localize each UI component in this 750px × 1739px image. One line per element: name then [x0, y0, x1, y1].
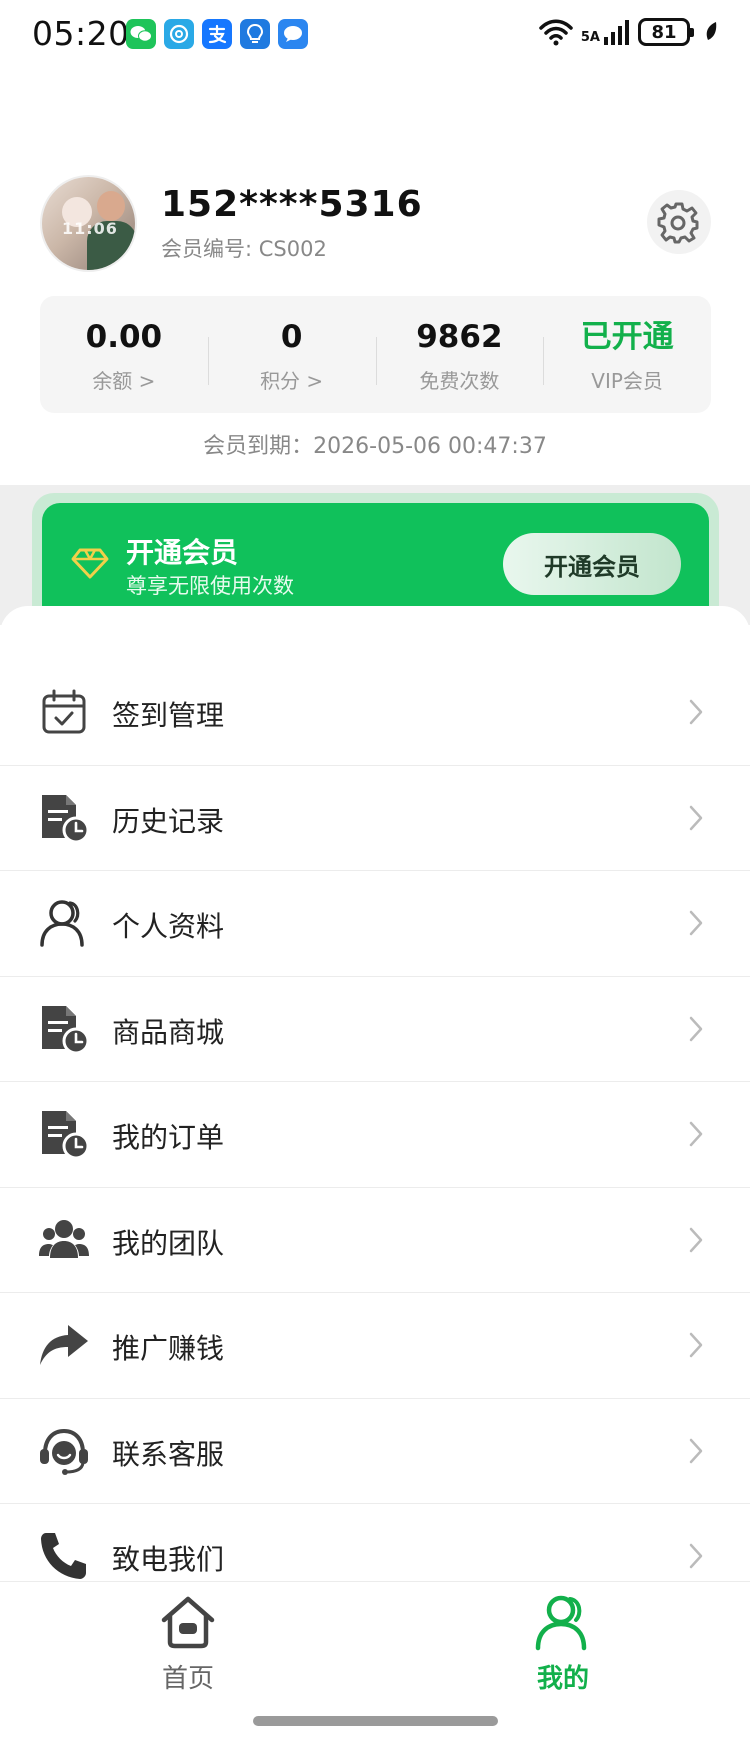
- menu-item-label: 商品商城: [112, 1015, 225, 1049]
- settings-button[interactable]: [647, 190, 711, 254]
- chevron-right-icon: [689, 1016, 703, 1041]
- chevron-right-icon: [689, 1227, 703, 1252]
- membership-expiry: 会员到期：2026-05-06 00:47:37: [203, 434, 547, 459]
- user-icon: [535, 1595, 587, 1651]
- share-arrow-icon: [40, 1325, 88, 1365]
- avatar-clock-text: 11:06: [62, 219, 118, 238]
- menu-item-team[interactable]: 我的团队: [0, 1188, 750, 1293]
- stat-vip: 已开通 VIP会员: [543, 315, 711, 394]
- menu-item-label: 我的订单: [112, 1121, 225, 1154]
- menu-list: 签到管理 历史记录 个人资料 商品商城 我的订单 我的团队 推广赚钱 联系客服 …: [0, 660, 750, 1586]
- status-bar: 05:20 5A 81: [0, 0, 750, 72]
- document-clock-icon: [42, 794, 90, 843]
- chevron-right-icon: [689, 1332, 703, 1358]
- menu-item-shop[interactable]: 商品商城: [0, 977, 750, 1082]
- menu-item-profile[interactable]: 个人资料: [0, 871, 750, 977]
- chevron-right-icon: [689, 699, 703, 725]
- vip-subtitle: 尊享无限使用次数: [126, 574, 294, 598]
- member-id: 会员编号: CS002: [161, 237, 327, 261]
- document-clock-icon: [42, 1005, 90, 1054]
- leaf-icon: [706, 22, 717, 40]
- menu-sheet: 签到管理 历史记录 个人资料 商品商城 我的订单 我的团队 推广赚钱 联系客服 …: [0, 606, 750, 1586]
- open-vip-button[interactable]: 开通会员: [503, 533, 681, 595]
- user-phone: 152****5316: [161, 184, 423, 225]
- menu-item-orders[interactable]: 我的订单: [0, 1082, 750, 1188]
- alipay-icon: [202, 19, 232, 49]
- phone-icon: [41, 1533, 86, 1579]
- gear-icon: [657, 202, 699, 244]
- stat-value: 0.00: [85, 319, 163, 355]
- stat-points[interactable]: 0 积分 >: [207, 315, 376, 394]
- menu-item-label: 联系客服: [112, 1437, 225, 1471]
- battery-indicator: 81: [638, 18, 694, 46]
- stat-label: VIP会员: [591, 369, 663, 393]
- calendar-check-icon: [42, 689, 86, 734]
- message-icon: [278, 19, 308, 49]
- tab-home[interactable]: 首页: [108, 1592, 268, 1695]
- chevron-right-icon: [689, 910, 703, 936]
- menu-item-label: 签到管理: [112, 699, 225, 732]
- menu-item-promote[interactable]: 推广赚钱: [0, 1293, 750, 1399]
- home-icon: [161, 1596, 215, 1649]
- team-icon: [39, 1219, 89, 1258]
- home-indicator[interactable]: [253, 1716, 498, 1726]
- wifi-icon: [539, 19, 573, 46]
- status-app-icons: [126, 19, 308, 49]
- bulb-icon: [240, 19, 270, 49]
- chevron-right-icon: [689, 1543, 703, 1569]
- tab-label: 首页: [161, 1664, 214, 1694]
- chevron-right-icon: [689, 1438, 703, 1463]
- headset-icon: [40, 1428, 88, 1475]
- menu-item-call[interactable]: 致电我们: [0, 1504, 750, 1586]
- cellular-signal: 5A: [581, 19, 630, 45]
- stat-label: 积分 >: [260, 369, 324, 393]
- browser-icon: [164, 19, 194, 49]
- menu-item-history[interactable]: 历史记录: [0, 766, 750, 871]
- wechat-icon: [126, 19, 156, 49]
- stat-value: 已开通: [580, 319, 674, 355]
- user-icon: [40, 900, 84, 947]
- menu-item-label: 推广赚钱: [112, 1332, 225, 1365]
- menu-item-label: 历史记录: [112, 804, 225, 838]
- status-time: 05:20: [32, 14, 130, 53]
- tab-mine[interactable]: 我的: [483, 1592, 643, 1695]
- network-label: 5A: [580, 30, 600, 45]
- chevron-right-icon: [689, 805, 703, 830]
- status-right: 5A 81: [539, 18, 718, 46]
- chevron-right-icon: [689, 1121, 703, 1147]
- menu-item-support[interactable]: 联系客服: [0, 1399, 750, 1504]
- menu-item-label: 个人资料: [112, 910, 225, 943]
- stat-value: 9862: [416, 319, 503, 355]
- signal-bars-icon: [604, 20, 629, 45]
- stats-card: 0.00 余额 > 0 积分 > 9862 免费次数 已开通 VIP会员: [40, 296, 711, 413]
- avatar[interactable]: 11:06: [40, 175, 137, 272]
- vip-title: 开通会员: [126, 536, 239, 569]
- menu-item-checkin[interactable]: 签到管理: [0, 660, 750, 766]
- stat-label: 免费次数: [419, 369, 500, 393]
- document-clock-icon: [42, 1111, 90, 1160]
- stat-label: 余额 >: [92, 369, 156, 393]
- stat-balance[interactable]: 0.00 余额 >: [40, 315, 208, 394]
- stat-free-uses: 9862 免费次数: [375, 315, 544, 394]
- diamond-icon: [71, 548, 109, 579]
- menu-item-label: 致电我们: [112, 1543, 225, 1576]
- menu-item-label: 我的团队: [112, 1226, 225, 1260]
- stat-value: 0: [280, 319, 303, 355]
- tab-label: 我的: [536, 1664, 589, 1694]
